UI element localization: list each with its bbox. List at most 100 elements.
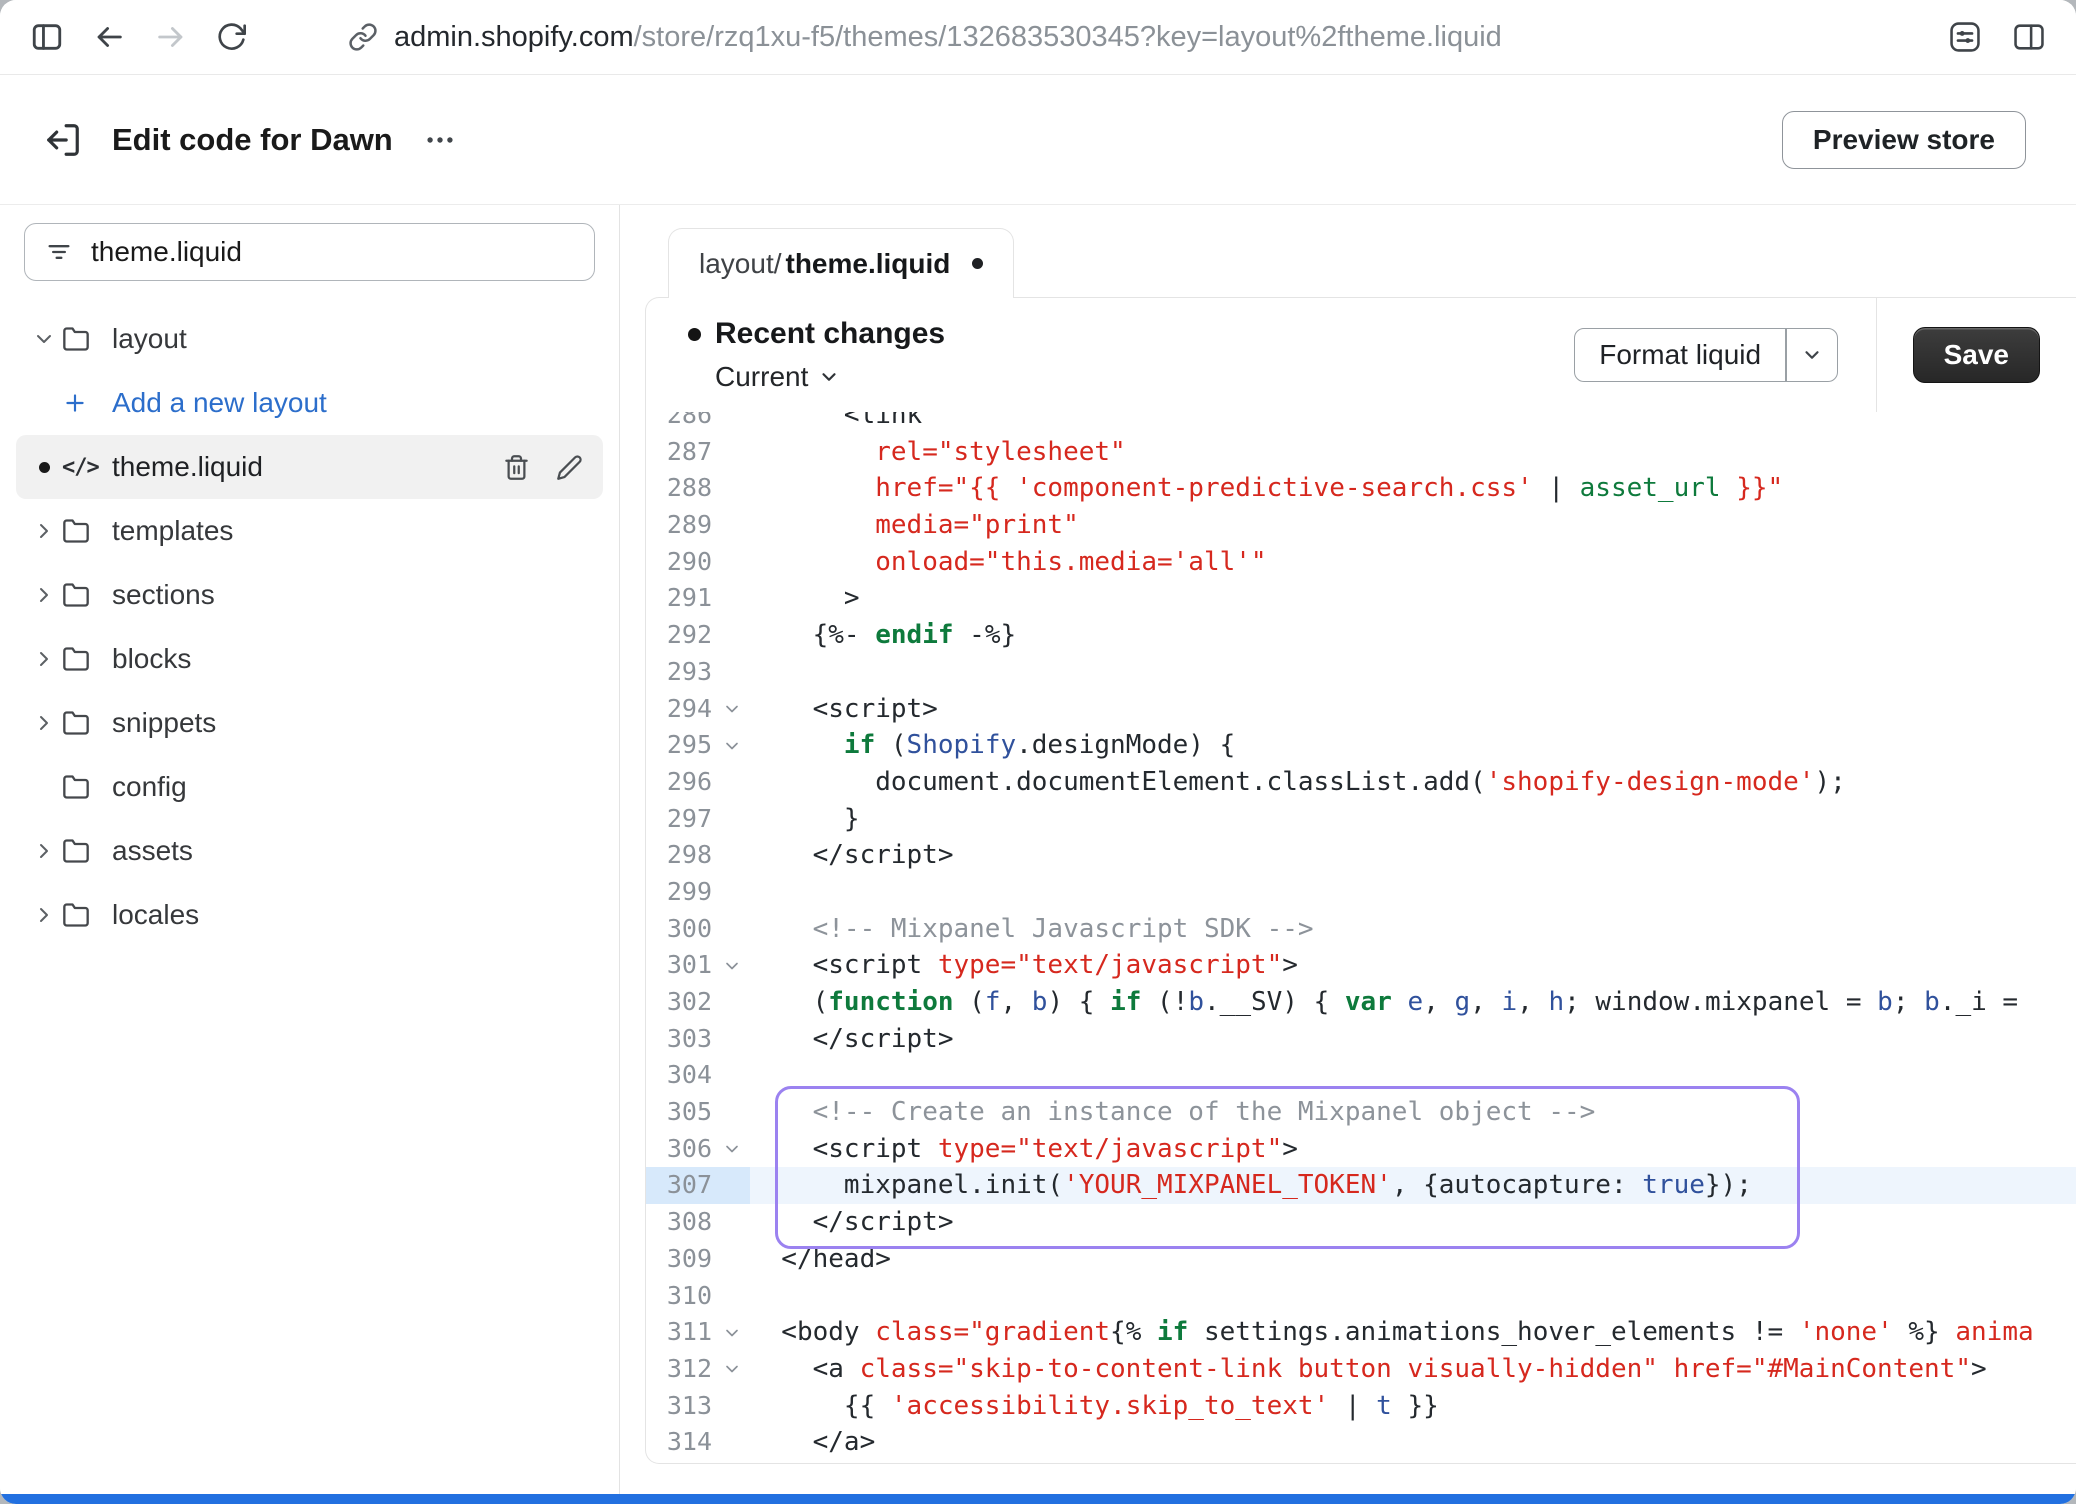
sidebar-item-templates[interactable]: templates — [16, 499, 603, 563]
code-line-293[interactable]: 293 — [646, 654, 2076, 691]
code-line-314[interactable]: 314 </a> — [646, 1424, 2076, 1461]
format-options-toggle[interactable] — [1787, 344, 1837, 366]
line-number: 305 — [646, 1094, 714, 1131]
code-token — [750, 1097, 813, 1127]
fold-gutter — [714, 1057, 750, 1094]
chevron-right-icon — [32, 583, 56, 607]
code-line-297[interactable]: 297 } — [646, 801, 2076, 838]
code-line-298[interactable]: 298 </script> — [646, 837, 2076, 874]
fold-toggle-icon[interactable] — [714, 947, 750, 984]
code-line-289[interactable]: 289 media="print" — [646, 507, 2076, 544]
code-line-302[interactable]: 302 (function (f, b) { if (!b.__SV) { va… — [646, 984, 2076, 1021]
code-line-294[interactable]: 294 <script> — [646, 691, 2076, 728]
code-token: </script> — [750, 1024, 954, 1054]
fold-toggle-icon[interactable] — [714, 691, 750, 728]
code-line-288[interactable]: 288 href="{{ 'component-predictive-searc… — [646, 470, 2076, 507]
split-view-icon[interactable] — [2012, 20, 2046, 54]
code-token: <!-- Create an instance of the Mixpanel … — [813, 1097, 1596, 1127]
code-line-304[interactable]: 304 — [646, 1057, 2076, 1094]
sidebar-item-snippets[interactable]: snippets — [16, 691, 603, 755]
code-token: {% — [1110, 1317, 1157, 1347]
fold-gutter — [714, 1094, 750, 1131]
code-token — [750, 547, 875, 577]
tab-theme-liquid[interactable]: layout/theme.liquid — [668, 228, 1014, 298]
fold-toggle-icon[interactable] — [714, 1351, 750, 1388]
code-line-301[interactable]: 301 <script type="text/javascript"> — [646, 947, 2076, 984]
sidebar-toggle-icon[interactable] — [30, 20, 64, 54]
code-line-310[interactable]: 310 — [646, 1278, 2076, 1315]
code-line-305[interactable]: 305 <!-- Create an instance of the Mixpa… — [646, 1094, 2076, 1131]
code-token: } — [750, 804, 860, 834]
sidebar-item-label: Add a new layout — [112, 387, 327, 419]
rename-file-button[interactable] — [556, 454, 583, 481]
fold-gutter — [714, 544, 750, 581]
code-line-295[interactable]: 295 if (Shopify.designMode) { — [646, 727, 2076, 764]
code-line-296[interactable]: 296 document.documentElement.classList.a… — [646, 764, 2076, 801]
code-token: </a> — [750, 1427, 875, 1457]
save-button[interactable]: Save — [1913, 327, 2040, 383]
preview-store-button[interactable]: Preview store — [1782, 111, 2026, 169]
sidebar-item-locales[interactable]: locales — [16, 883, 603, 947]
sidebar-item-theme.liquid[interactable]: </>theme.liquid — [16, 435, 603, 499]
version-selector[interactable]: Current — [688, 361, 945, 393]
code-text — [750, 1057, 2076, 1094]
code-token: > — [1282, 950, 1298, 980]
fold-toggle-icon[interactable] — [714, 727, 750, 764]
code-line-308[interactable]: 308 </script> — [646, 1204, 2076, 1241]
code-text: <script type="text/javascript"> — [750, 1131, 2076, 1168]
code-line-291[interactable]: 291 > — [646, 580, 2076, 617]
sidebar-item-layout[interactable]: layout — [16, 307, 603, 371]
sidebar-item-sections[interactable]: sections — [16, 563, 603, 627]
sidebar-item-label: snippets — [112, 707, 216, 739]
code-token: b — [1188, 987, 1204, 1017]
code-token: t — [1376, 1391, 1392, 1421]
sidebar-item-assets[interactable]: assets — [16, 819, 603, 883]
code-token: ; — [1893, 987, 1924, 1017]
line-number: 291 — [646, 580, 714, 617]
file-filter-input[interactable] — [89, 235, 574, 269]
code-line-300[interactable]: 300 <!-- Mixpanel Javascript SDK --> — [646, 911, 2076, 948]
more-options-icon[interactable] — [423, 123, 457, 157]
code-token: g — [1455, 987, 1471, 1017]
format-liquid-button[interactable]: Format liquid — [1574, 328, 1837, 382]
code-line-287[interactable]: 287 rel="stylesheet" — [646, 434, 2076, 471]
sidebar-item-config[interactable]: config — [16, 755, 603, 819]
code-line-306[interactable]: 306 <script type="text/javascript"> — [646, 1131, 2076, 1168]
file-filter-box[interactable] — [24, 223, 595, 281]
sidebar-item-add-a-new-layout[interactable]: Add a new layout — [16, 371, 603, 435]
code-token: </script> — [750, 1207, 954, 1237]
pencil-icon — [556, 454, 583, 481]
code-line-313[interactable]: 313 {{ 'accessibility.skip_to_text' | t … — [646, 1388, 2076, 1425]
fold-toggle-icon[interactable] — [714, 1314, 750, 1351]
address-bar[interactable]: admin.shopify.com/store/rzq1xu-f5/themes… — [348, 21, 1948, 54]
forward-icon[interactable] — [154, 20, 188, 54]
liquid-file-icon: </> — [62, 455, 99, 480]
delete-file-button[interactable] — [503, 454, 530, 481]
tune-icon[interactable] — [1948, 20, 1982, 54]
editor-header: Recent changes Current Format liquid — [646, 298, 2076, 412]
code-line-292[interactable]: 292 {%- endif -%} — [646, 617, 2076, 654]
sidebar-item-blocks[interactable]: blocks — [16, 627, 603, 691]
code-line-290[interactable]: 290 onload="this.media='all'" — [646, 544, 2076, 581]
code-line-312[interactable]: 312 <a class="skip-to-content-link butto… — [646, 1351, 2076, 1388]
code-token: f — [985, 987, 1001, 1017]
chevron-down-icon — [722, 1359, 742, 1379]
line-number: 304 — [646, 1057, 714, 1094]
code-token: Shopify — [907, 730, 1017, 760]
code-line-309[interactable]: 309 </head> — [646, 1241, 2076, 1278]
exit-editor-icon[interactable] — [44, 121, 82, 159]
code-text: <body class="gradient{% if settings.anim… — [750, 1314, 2076, 1351]
code-editor[interactable]: 286 <link287 rel="stylesheet"288 href="{… — [646, 412, 2076, 1463]
code-line-311[interactable]: 311 <body class="gradient{% if settings.… — [646, 1314, 2076, 1351]
reload-icon[interactable] — [216, 21, 248, 53]
code-line-286[interactable]: 286 <link — [646, 412, 2076, 434]
code-token: ( — [954, 987, 985, 1017]
code-text: media="print" — [750, 507, 2076, 544]
code-text: onload="this.media='all'" — [750, 544, 2076, 581]
code-line-307[interactable]: 307 mixpanel.init('YOUR_MIXPANEL_TOKEN',… — [646, 1167, 2076, 1204]
back-icon[interactable] — [92, 20, 126, 54]
code-line-303[interactable]: 303 </script> — [646, 1021, 2076, 1058]
code-line-299[interactable]: 299 — [646, 874, 2076, 911]
fold-toggle-icon[interactable] — [714, 1131, 750, 1168]
line-number: 311 — [646, 1314, 714, 1351]
